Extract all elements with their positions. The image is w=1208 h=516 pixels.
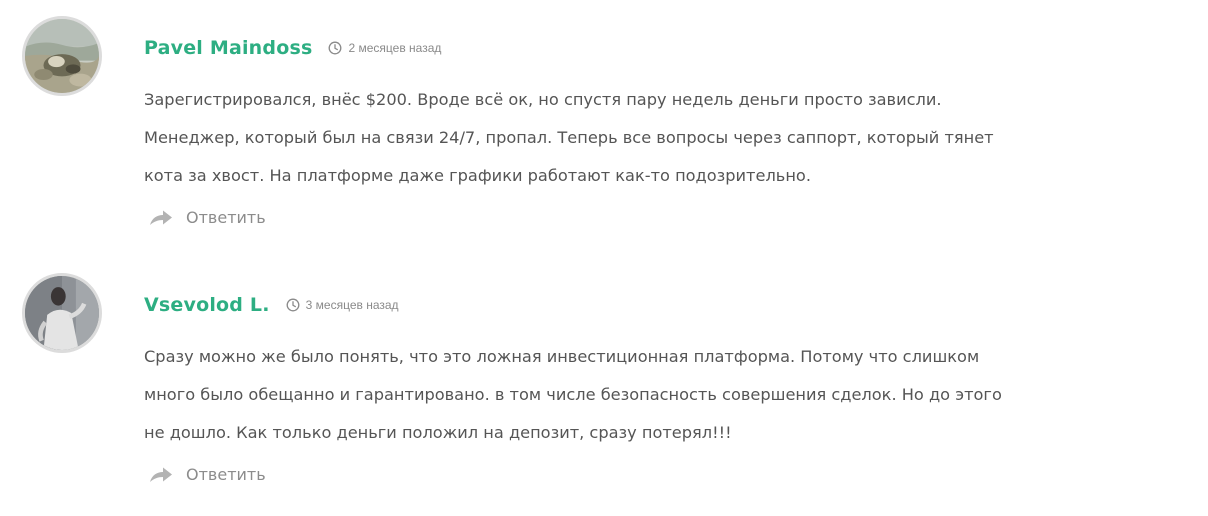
comment-body: Сразу можно же было понять, что это ложн… <box>144 338 1194 452</box>
comment-line: кота за хвост. На платформе даже графики… <box>144 166 811 185</box>
reply-label: Ответить <box>186 465 266 484</box>
reply-arrow-icon <box>148 209 174 227</box>
avatar-image <box>25 19 99 93</box>
clock-icon <box>286 298 300 312</box>
comment-body: Зарегистрировался, внёс $200. Вроде всё … <box>144 81 1194 195</box>
avatar-image <box>25 276 99 350</box>
avatar[interactable] <box>22 273 102 353</box>
comment-line: не дошло. Как только деньги положил на д… <box>144 423 732 442</box>
reply-button[interactable]: Ответить <box>148 465 266 484</box>
author-name[interactable]: Pavel Maindoss <box>144 37 312 59</box>
reply-label: Ответить <box>186 208 266 227</box>
avatar[interactable] <box>22 16 102 96</box>
comment-timestamp[interactable]: 2 месяцев назад <box>328 41 441 55</box>
comment-header: Pavel Maindoss 2 месяцев назад <box>144 34 441 62</box>
time-label: 3 месяцев назад <box>305 298 399 312</box>
clock-icon <box>328 41 342 55</box>
comment-line: много было обещанно и гарантировано. в т… <box>144 385 1002 404</box>
comment-line: Сразу можно же было понять, что это ложн… <box>144 347 980 366</box>
time-label: 2 месяцев назад <box>348 41 442 55</box>
comment-timestamp[interactable]: 3 месяцев назад <box>286 298 399 312</box>
comment-line: Зарегистрировался, внёс $200. Вроде всё … <box>144 90 942 109</box>
reply-button[interactable]: Ответить <box>148 208 266 227</box>
comment-line: Менеджер, который был на связи 24/7, про… <box>144 128 994 147</box>
author-name[interactable]: Vsevolod L. <box>144 294 270 316</box>
reply-arrow-icon <box>148 466 174 484</box>
comment-header: Vsevolod L. 3 месяцев назад <box>144 291 399 319</box>
